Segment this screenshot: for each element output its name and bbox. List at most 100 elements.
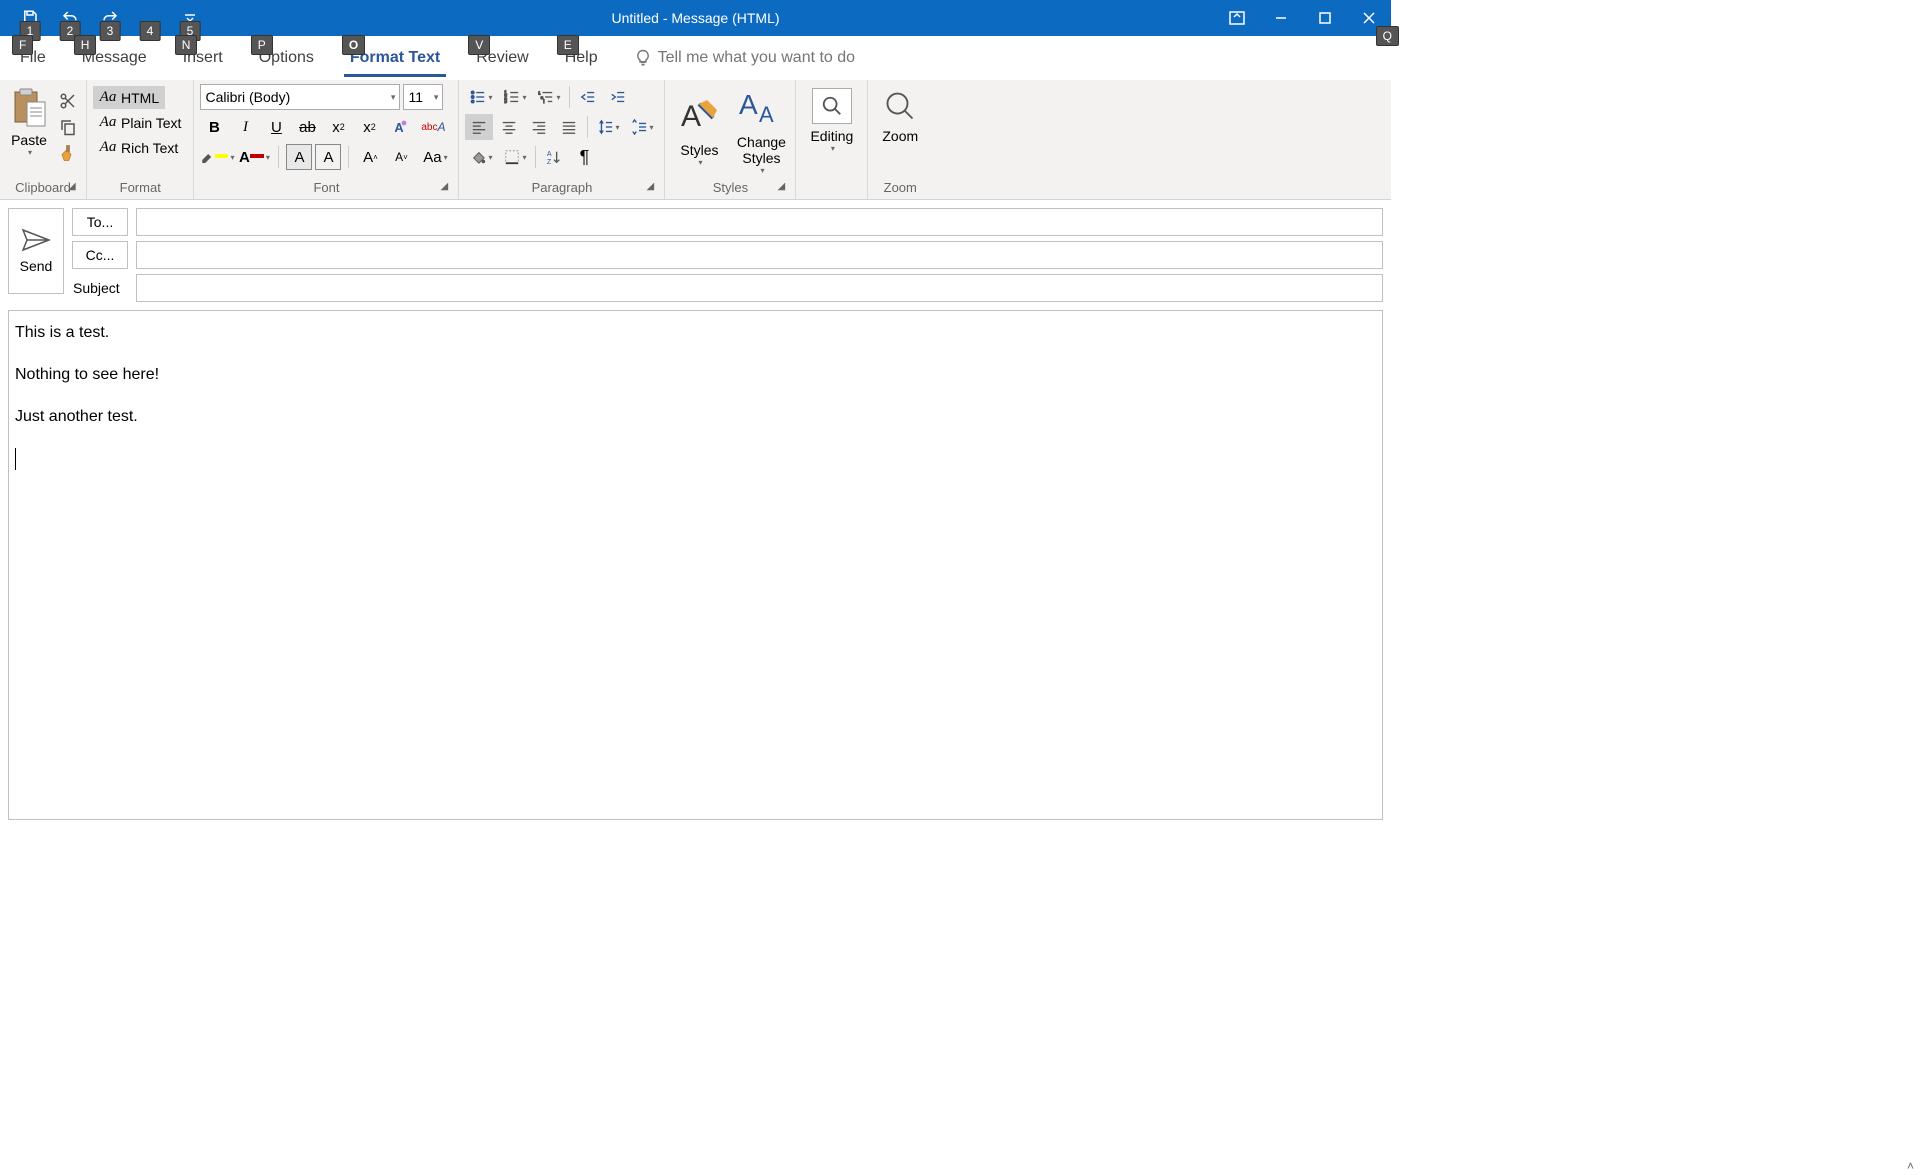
strikethrough-button[interactable]: ab xyxy=(293,114,321,140)
paste-button[interactable]: Paste ▾ xyxy=(6,84,52,157)
cc-input[interactable] xyxy=(136,241,1383,269)
shrink-font-button[interactable]: A˅ xyxy=(387,144,415,170)
format-html-button[interactable]: AaHTML xyxy=(93,86,165,109)
message-body[interactable]: This is a test. Nothing to see here! Jus… xyxy=(8,310,1383,820)
italic-button[interactable]: I xyxy=(231,114,259,140)
quick-access-toolbar: 1 2 3 4 5 xyxy=(10,3,210,33)
bullets-button[interactable]: ▾ xyxy=(465,84,497,110)
cut-button[interactable] xyxy=(56,90,80,112)
titlebar: 1 2 3 4 5 Untitled - Message (HTML) xyxy=(0,0,1391,36)
ribbon: Paste ▾ Clipboard ◢ AaHTML AaPlain Text … xyxy=(0,80,1391,200)
tab-options[interactable]: POptions xyxy=(253,39,320,77)
para-spacing-button[interactable]: ▾ xyxy=(626,114,658,140)
group-clipboard: Paste ▾ Clipboard ◢ xyxy=(0,80,87,199)
align-center-button[interactable] xyxy=(495,114,523,140)
font-color-button[interactable]: A▾ xyxy=(237,144,271,170)
qat-customize-icon[interactable]: 5 xyxy=(170,3,210,33)
para-spacing-icon xyxy=(631,119,647,135)
tab-help[interactable]: EHelp xyxy=(559,39,604,77)
increase-indent-button[interactable] xyxy=(604,84,632,110)
text-effects-button[interactable]: A xyxy=(386,114,414,140)
multilevel-button[interactable]: 1ai▾ xyxy=(533,84,565,110)
shading-button[interactable]: ▾ xyxy=(465,144,497,170)
tell-me-input[interactable] xyxy=(658,49,908,67)
zoom-icon xyxy=(885,91,915,121)
change-styles-button[interactable]: AA Change Styles▾ xyxy=(733,86,789,175)
group-font: Calibri (Body)▾ 11▾ B I U ab x2 x2 A abc… xyxy=(194,80,459,199)
format-rich-button[interactable]: AaRich Text xyxy=(93,136,184,159)
to-button[interactable]: To... xyxy=(72,208,128,236)
char-shading-button[interactable]: A xyxy=(286,144,312,170)
send-icon xyxy=(21,228,51,252)
bullets-icon xyxy=(470,89,486,105)
group-zoom: Zoom Zoom xyxy=(868,80,932,199)
paintbrush-icon xyxy=(59,144,77,162)
key-badge: E xyxy=(557,35,579,55)
editing-button[interactable]: Editing▾ xyxy=(802,84,861,157)
dialog-launcher-icon[interactable]: ◢ xyxy=(646,181,660,195)
outdent-icon xyxy=(580,89,596,105)
borders-button[interactable]: ▾ xyxy=(499,144,531,170)
grow-font-button[interactable]: A˄ xyxy=(356,144,384,170)
styles-button[interactable]: A Styles▾ xyxy=(671,94,727,167)
sort-icon: AZ xyxy=(546,149,562,165)
format-plain-button[interactable]: AaPlain Text xyxy=(93,111,187,134)
tab-insert[interactable]: NInsert xyxy=(177,39,229,77)
numbering-button[interactable]: 123▾ xyxy=(499,84,531,110)
justify-button[interactable] xyxy=(555,114,583,140)
group-format: AaHTML AaPlain Text AaRich Text Format xyxy=(87,80,194,199)
underline-button[interactable]: U xyxy=(262,114,290,140)
copy-button[interactable] xyxy=(56,116,80,138)
tab-format-text[interactable]: OFormat Text xyxy=(344,39,446,77)
svg-text:A: A xyxy=(681,100,701,133)
body-line: Nothing to see here! xyxy=(15,363,1376,387)
change-case-button[interactable]: Aa▾ xyxy=(418,144,452,170)
text-effects-icon: A xyxy=(392,119,408,135)
char-border-button[interactable]: A xyxy=(315,144,341,170)
zoom-button[interactable]: Zoom xyxy=(874,84,926,148)
ribbon-display-options-icon[interactable] xyxy=(1215,0,1259,36)
line-spacing-button[interactable]: ▾ xyxy=(592,114,624,140)
highlight-button[interactable]: ▾ xyxy=(200,144,234,170)
tab-review[interactable]: VReview xyxy=(470,39,534,77)
bold-button[interactable]: B xyxy=(200,114,228,140)
to-input[interactable] xyxy=(136,208,1383,236)
borders-icon xyxy=(504,149,520,165)
align-right-icon xyxy=(531,119,547,135)
clear-formatting-button[interactable]: abcA xyxy=(417,114,449,140)
cc-button[interactable]: Cc... xyxy=(72,241,128,269)
font-name-combo[interactable]: Calibri (Body)▾ xyxy=(200,84,400,110)
tell-me-search[interactable]: Q xyxy=(634,49,908,67)
qat-redo-icon[interactable]: 3 xyxy=(90,3,130,33)
format-painter-button[interactable] xyxy=(56,142,80,164)
font-size-combo[interactable]: 11▾ xyxy=(403,84,443,110)
dialog-launcher-icon[interactable]: ◢ xyxy=(68,181,82,195)
align-left-button[interactable] xyxy=(465,114,493,140)
key-badge: 3 xyxy=(100,21,121,41)
group-editing: Editing▾ xyxy=(796,80,868,199)
maximize-icon[interactable] xyxy=(1303,0,1347,36)
group-styles: A Styles▾ AA Change Styles▾ Styles ◢ xyxy=(665,80,796,199)
send-button[interactable]: Send xyxy=(8,208,64,294)
sort-button[interactable]: AZ xyxy=(540,144,568,170)
dialog-launcher-icon[interactable]: ◢ xyxy=(777,181,791,195)
styles-icon: A xyxy=(679,96,719,136)
group-label xyxy=(802,177,861,199)
qat-spacer: 4 xyxy=(130,3,170,33)
subscript-button[interactable]: x2 xyxy=(324,114,352,140)
qat-save-icon[interactable]: 1 xyxy=(10,3,50,33)
tab-file[interactable]: FFile xyxy=(14,39,52,77)
group-label: Font xyxy=(200,177,452,199)
show-marks-button[interactable]: ¶ xyxy=(570,144,598,170)
superscript-button[interactable]: x2 xyxy=(355,114,383,140)
decrease-indent-button[interactable] xyxy=(574,84,602,110)
qat-undo-icon[interactable]: 2 xyxy=(50,3,90,33)
align-right-button[interactable] xyxy=(525,114,553,140)
collapse-ribbon-icon[interactable]: ˄ xyxy=(1907,1159,1914,1173)
minimize-icon[interactable] xyxy=(1259,0,1303,36)
dialog-launcher-icon[interactable]: ◢ xyxy=(440,181,454,195)
key-badge: 4 xyxy=(140,21,161,41)
subject-input[interactable] xyxy=(136,274,1383,302)
tab-message[interactable]: HMessage xyxy=(76,39,153,77)
subject-label: Subject xyxy=(72,275,128,301)
